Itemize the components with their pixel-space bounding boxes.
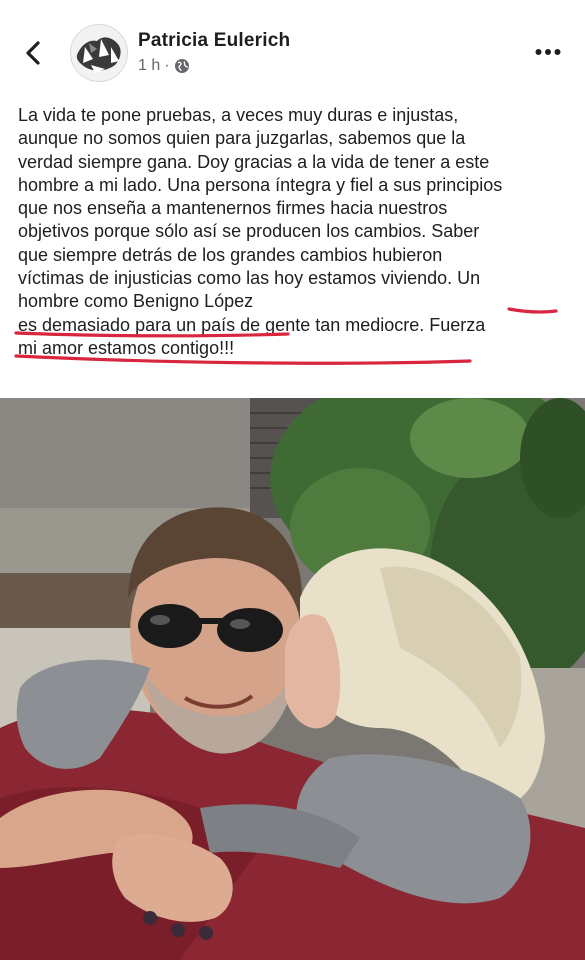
author-name[interactable]: Patricia Eulerich [138,30,290,52]
post-photo[interactable] [0,398,585,960]
post-text-line: La vida te pone pruebas, a veces muy dur… [18,105,459,125]
post-header: Patricia Eulerich 1 h · [0,0,585,96]
post-text-line: víctimas de injusticias como las hoy est… [18,268,481,289]
post-text-line: mi amor estamos contigo!!! [18,337,235,358]
post-text-line: objetivos porque sólo así se producen lo… [18,221,480,242]
post-text-line: hombre como Benigno López [18,291,254,312]
globe-icon [174,59,189,73]
meta-separator: · [164,57,170,74]
post-text-line: aunque no somos quien para juzgarlas, sa… [18,128,466,149]
chevron-left-icon [26,41,40,65]
post-text: La vida te pone pruebas, a veces muy dur… [18,104,570,360]
more-horizontal-icon [535,49,561,55]
post-text-line: que nos enseña a mantenernos firmes haci… [18,198,448,219]
avatar[interactable] [70,24,128,82]
post-text-line: que siempre detrás de los grandes cambio… [18,244,443,265]
timestamp[interactable]: 1 h [138,57,160,75]
post-text-line: es demasiado para un país de gente tan m… [18,314,486,335]
back-button[interactable] [18,38,48,68]
post-text-line: hombre a mi lado. Una persona íntegra y … [18,174,503,195]
post-meta: 1 h · [138,57,190,75]
more-options-button[interactable] [531,40,565,64]
post-text-line: verdad siempre gana. Doy gracias a la vi… [18,151,490,172]
